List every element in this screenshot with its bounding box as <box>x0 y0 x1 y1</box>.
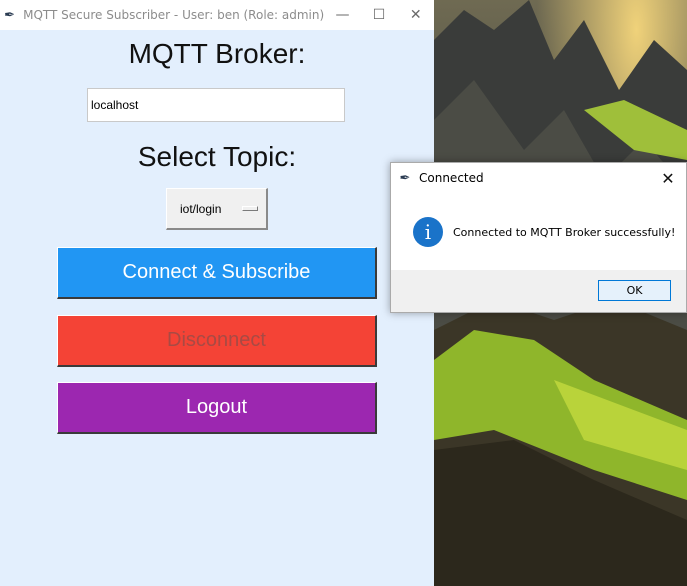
connected-dialog: ✒ Connected ✕ i Connected to MQTT Broker… <box>390 162 687 313</box>
main-window: ✒ MQTT Secure Subscriber - User: ben (Ro… <box>0 0 434 586</box>
dialog-footer: OK <box>391 270 686 312</box>
connect-subscribe-button[interactable]: Connect & Subscribe <box>57 247 377 299</box>
disconnect-button[interactable]: Disconnect <box>57 315 377 367</box>
maximize-button[interactable]: ☐ <box>361 0 398 30</box>
close-button[interactable]: ✕ <box>397 0 434 30</box>
broker-heading: MQTT Broker: <box>128 38 306 69</box>
dialog-title: Connected <box>419 171 484 185</box>
dialog-body: i Connected to MQTT Broker successfully! <box>391 193 686 271</box>
feather-icon: ✒ <box>4 7 15 23</box>
feather-icon: ✒ <box>399 170 411 186</box>
window-title: MQTT Secure Subscriber - User: ben (Role… <box>23 8 325 22</box>
logout-button[interactable]: Logout <box>57 382 377 434</box>
option-menu-indicator-icon <box>242 206 258 211</box>
topic-heading: Select Topic: <box>137 141 297 172</box>
ok-button[interactable]: OK <box>598 280 671 301</box>
minimize-button[interactable]: — <box>324 0 361 30</box>
dialog-close-button[interactable]: ✕ <box>650 163 686 193</box>
info-icon: i <box>413 217 443 247</box>
window-titlebar: ✒ MQTT Secure Subscriber - User: ben (Ro… <box>0 0 434 30</box>
dialog-message: Connected to MQTT Broker successfully! <box>453 225 676 239</box>
dialog-titlebar: ✒ Connected ✕ <box>391 163 686 193</box>
broker-input[interactable] <box>87 88 345 122</box>
topic-option-menu[interactable]: iot/login <box>166 188 268 230</box>
topic-selected-value: iot/login <box>180 201 222 216</box>
